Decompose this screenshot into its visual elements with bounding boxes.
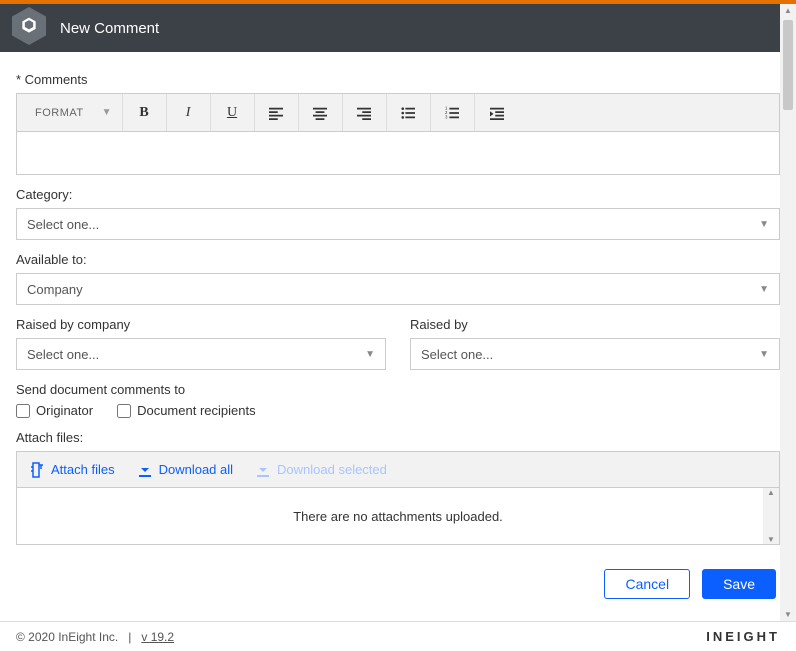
copyright-text: © 2020 InEight Inc. bbox=[16, 630, 118, 644]
save-button[interactable]: Save bbox=[702, 569, 776, 599]
originator-checkbox[interactable] bbox=[16, 404, 30, 418]
category-select[interactable]: Select one... ▼ bbox=[16, 208, 780, 240]
chevron-down-icon: ▼ bbox=[759, 284, 769, 295]
available-to-value: Company bbox=[27, 282, 83, 297]
attachments-scrollbar[interactable]: ▲▼ bbox=[763, 488, 779, 544]
align-right-button[interactable] bbox=[343, 94, 387, 131]
attachments-empty-text: There are no attachments uploaded. bbox=[293, 509, 503, 524]
rich-text-editor: FORMAT ▼ B I U 123 bbox=[16, 93, 780, 175]
attach-files-label: Attach files: bbox=[16, 430, 780, 445]
chevron-down-icon: ▼ bbox=[102, 107, 112, 118]
recipients-checkbox[interactable] bbox=[117, 404, 131, 418]
originator-label: Originator bbox=[36, 403, 93, 418]
attachments-toolbar: Attach files Download all Download selec… bbox=[17, 452, 779, 488]
unordered-list-button[interactable] bbox=[387, 94, 431, 131]
form-content: * Comments FORMAT ▼ B I U 123 bbox=[0, 52, 796, 608]
attach-files-button[interactable]: Attach files bbox=[29, 462, 115, 478]
scrollbar-thumb[interactable] bbox=[783, 20, 793, 110]
chevron-down-icon: ▼ bbox=[759, 219, 769, 230]
recipients-label: Document recipients bbox=[137, 403, 256, 418]
download-icon bbox=[137, 462, 153, 478]
format-dropdown[interactable]: FORMAT ▼ bbox=[25, 94, 123, 131]
action-buttons: Cancel Save bbox=[16, 569, 780, 599]
underline-button[interactable]: U bbox=[211, 94, 255, 131]
download-icon bbox=[255, 462, 271, 478]
raised-by-company-label: Raised by company bbox=[16, 317, 386, 332]
brand-logo: INEIGHT bbox=[706, 629, 780, 644]
send-to-checkboxes: Originator Document recipients bbox=[16, 403, 780, 418]
editor-toolbar: FORMAT ▼ B I U 123 bbox=[17, 94, 779, 132]
raised-by-label: Raised by bbox=[410, 317, 780, 332]
footer: © 2020 InEight Inc. | v 19.2 INEIGHT bbox=[0, 621, 796, 651]
bold-button[interactable]: B bbox=[123, 94, 167, 131]
chevron-down-icon: ▼ bbox=[759, 349, 769, 360]
ordered-list-button[interactable]: 123 bbox=[431, 94, 475, 131]
footer-divider: | bbox=[128, 630, 131, 644]
category-label: Category: bbox=[16, 187, 780, 202]
attachments-panel: Attach files Download all Download selec… bbox=[16, 451, 780, 545]
header-title: New Comment bbox=[60, 20, 159, 37]
raised-by-select[interactable]: Select one... ▼ bbox=[410, 338, 780, 370]
available-to-select[interactable]: Company ▼ bbox=[16, 273, 780, 305]
indent-button[interactable] bbox=[475, 94, 519, 131]
paperclip-icon bbox=[29, 462, 45, 478]
italic-button[interactable]: I bbox=[167, 94, 211, 131]
app-logo-badge bbox=[12, 7, 46, 45]
header: New Comment bbox=[0, 4, 796, 52]
chevron-down-icon: ▼ bbox=[365, 349, 375, 360]
raised-by-value: Select one... bbox=[421, 347, 493, 362]
attachments-list: There are no attachments uploaded. ▲▼ bbox=[17, 488, 779, 544]
page-scrollbar[interactable]: ▲ ▼ bbox=[780, 4, 796, 621]
comments-label: * Comments bbox=[16, 72, 780, 87]
category-value: Select one... bbox=[27, 217, 99, 232]
raised-by-company-select[interactable]: Select one... ▼ bbox=[16, 338, 386, 370]
cancel-button[interactable]: Cancel bbox=[604, 569, 690, 599]
raised-by-company-value: Select one... bbox=[27, 347, 99, 362]
download-selected-button: Download selected bbox=[255, 462, 387, 478]
download-all-button[interactable]: Download all bbox=[137, 462, 233, 478]
hex-icon bbox=[19, 16, 39, 36]
send-to-label: Send document comments to bbox=[16, 382, 780, 397]
editor-textarea[interactable] bbox=[17, 132, 779, 174]
available-to-label: Available to: bbox=[16, 252, 780, 267]
version-link[interactable]: v 19.2 bbox=[141, 630, 174, 644]
align-left-button[interactable] bbox=[255, 94, 299, 131]
svg-text:3: 3 bbox=[445, 114, 448, 119]
align-center-button[interactable] bbox=[299, 94, 343, 131]
format-label: FORMAT bbox=[35, 107, 84, 119]
